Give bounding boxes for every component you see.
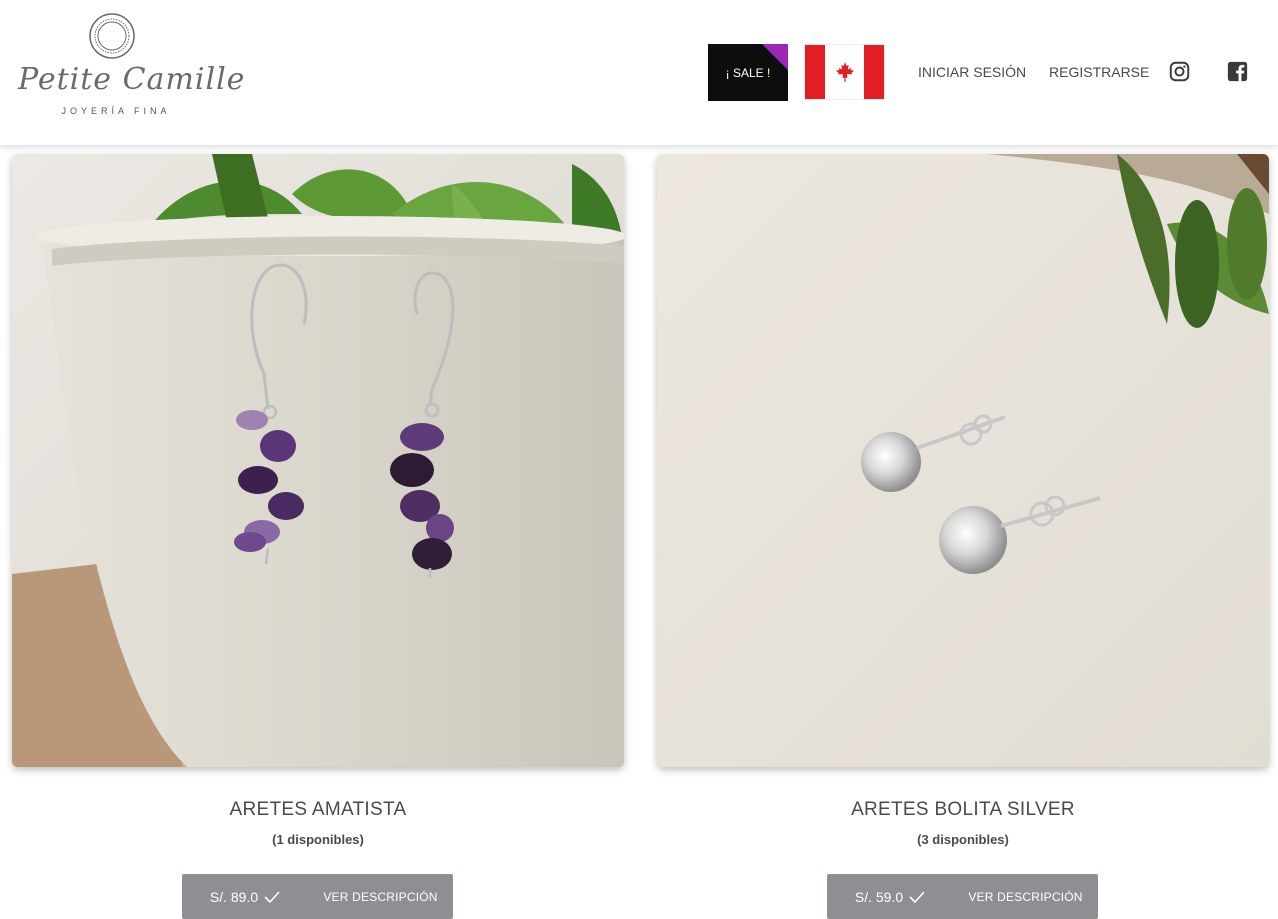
register-link[interactable]: REGISTRARSE: [1049, 64, 1149, 80]
product-availability: (1 disponibles): [272, 832, 364, 847]
canada-flag-icon[interactable]: [805, 45, 884, 99]
product-title[interactable]: ARETES BOLITA SILVER: [657, 799, 1269, 821]
product-availability: (3 disponibles): [917, 832, 1009, 847]
price-label: S/. 59.0: [854, 888, 904, 905]
product-action-bar: S/. 89.0 VER DESCRIPCIÓN: [182, 874, 453, 919]
check-icon: [909, 890, 925, 903]
product-photo: [12, 154, 624, 767]
add-to-cart-button[interactable]: S/. 89.0: [182, 889, 308, 905]
maple-leaf-icon: [835, 62, 854, 82]
facebook-icon[interactable]: [1227, 61, 1248, 82]
site-header: Petite Camille JOYERÍA FINA ¡ SALE ! INI…: [0, 0, 1278, 145]
sale-banner[interactable]: ¡ SALE !: [708, 44, 788, 101]
instagram-icon[interactable]: [1169, 61, 1190, 82]
logo-ring-icon: [89, 13, 135, 59]
check-icon: [264, 890, 280, 903]
product-photo: [657, 154, 1269, 767]
login-link[interactable]: INICIAR SESIÓN: [918, 64, 1026, 80]
brand-name: Petite Camille: [18, 62, 246, 97]
add-to-cart-button[interactable]: S/. 59.0: [827, 889, 953, 905]
product-title[interactable]: ARETES AMATISTA: [12, 799, 624, 821]
product-image-bolita-silver[interactable]: [657, 154, 1269, 767]
price-label: S/. 89.0: [209, 888, 259, 905]
view-description-button[interactable]: VER DESCRIPCIÓN: [308, 890, 453, 904]
product-action-bar: S/. 59.0 VER DESCRIPCIÓN: [827, 874, 1098, 919]
view-description-button[interactable]: VER DESCRIPCIÓN: [953, 890, 1098, 904]
brand-logo[interactable]: Petite Camille JOYERÍA FINA: [18, 10, 246, 122]
brand-tagline: JOYERÍA FINA: [61, 106, 171, 116]
product-image-amatista[interactable]: [12, 154, 624, 767]
sale-label: ¡ SALE !: [725, 65, 771, 80]
